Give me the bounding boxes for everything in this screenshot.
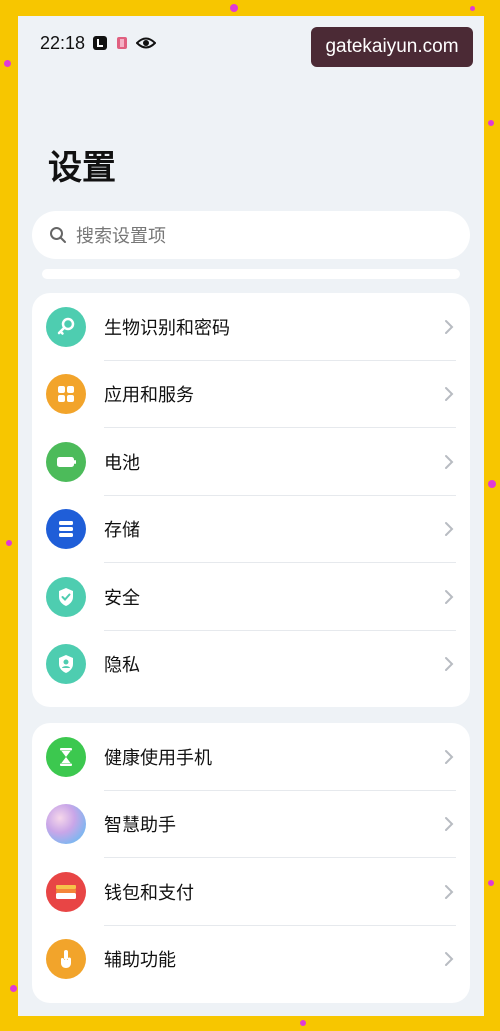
search-input[interactable]: 搜索设置项 <box>32 211 470 259</box>
settings-item-label: 存储 <box>104 520 140 542</box>
settings-item-label: 应用和服务 <box>104 385 194 407</box>
settings-item-battery[interactable]: 电池 <box>32 428 470 496</box>
chevron-right-icon <box>445 387 454 402</box>
watermark-label: gatekaiyun.com <box>311 27 473 67</box>
privacy-icon <box>46 644 86 685</box>
chevron-right-icon <box>445 522 454 537</box>
settings-item-label: 智慧助手 <box>104 815 176 837</box>
settings-item-biometrics[interactable]: 生物识别和密码 <box>32 293 470 361</box>
confetti-dot <box>6 540 12 546</box>
confetti-dot <box>488 120 494 126</box>
app-icon <box>117 37 127 49</box>
settings-item-privacy[interactable]: 隐私 <box>32 631 470 699</box>
hand-pointer-icon <box>46 939 86 980</box>
settings-screen: 22:18 gatekaiyun.com 设置 搜索设置项 生物识别和密码 应用… <box>18 16 484 1016</box>
settings-item-label: 电池 <box>104 452 140 474</box>
confetti-dot <box>4 60 11 67</box>
apps-grid-icon <box>46 374 86 415</box>
storage-icon <box>46 509 86 550</box>
settings-item-label: 辅助功能 <box>104 950 176 972</box>
key-icon <box>46 306 86 347</box>
settings-item-security[interactable]: 安全 <box>32 563 470 631</box>
settings-group-2: 健康使用手机 智慧助手 钱包和支付 辅助功能 <box>32 723 470 1003</box>
settings-item-label: 生物识别和密码 <box>104 317 230 339</box>
wallet-icon <box>46 871 86 912</box>
chevron-right-icon <box>445 589 454 604</box>
chevron-right-icon <box>445 884 454 899</box>
confetti-dot <box>488 880 494 886</box>
status-bar: 22:18 gatekaiyun.com <box>18 16 484 70</box>
settings-item-label: 钱包和支付 <box>104 882 194 904</box>
settings-item-digital-balance[interactable]: 健康使用手机 <box>32 723 470 791</box>
settings-item-storage[interactable]: 存储 <box>32 496 470 563</box>
chevron-right-icon <box>445 817 454 832</box>
chevron-right-icon <box>445 454 454 469</box>
chevron-right-icon <box>445 952 454 967</box>
settings-item-wallet[interactable]: 钱包和支付 <box>32 858 470 926</box>
search-icon <box>50 227 66 243</box>
status-time: 22:18 <box>40 33 86 53</box>
confetti-dot <box>230 4 238 12</box>
settings-item-smart-assistant[interactable]: 智慧助手 <box>32 791 470 858</box>
notification-l-icon <box>93 36 107 50</box>
settings-item-accessibility[interactable]: 辅助功能 <box>32 926 470 994</box>
settings-group-1: 生物识别和密码 应用和服务 电池 存储 安全 隐私 <box>32 293 470 707</box>
battery-icon <box>46 441 86 482</box>
chevron-right-icon <box>445 657 454 672</box>
confetti-dot <box>488 480 496 488</box>
eye-icon <box>136 37 156 49</box>
status-icons <box>92 35 156 51</box>
confetti-dot <box>470 6 475 11</box>
settings-item-label: 隐私 <box>104 655 140 677</box>
settings-item-label: 健康使用手机 <box>104 747 212 769</box>
assistant-orb-icon <box>46 804 86 845</box>
hourglass-icon <box>46 736 86 777</box>
settings-item-apps-services[interactable]: 应用和服务 <box>32 361 470 428</box>
chevron-right-icon <box>445 319 454 334</box>
settings-item-label: 安全 <box>104 587 140 609</box>
confetti-dot <box>300 1020 306 1026</box>
page-title: 设置 <box>48 148 116 188</box>
shield-check-icon <box>46 576 86 617</box>
search-placeholder: 搜索设置项 <box>76 226 166 247</box>
collapsed-card-strip <box>42 269 460 279</box>
chevron-right-icon <box>445 749 454 764</box>
confetti-dot <box>10 985 17 992</box>
